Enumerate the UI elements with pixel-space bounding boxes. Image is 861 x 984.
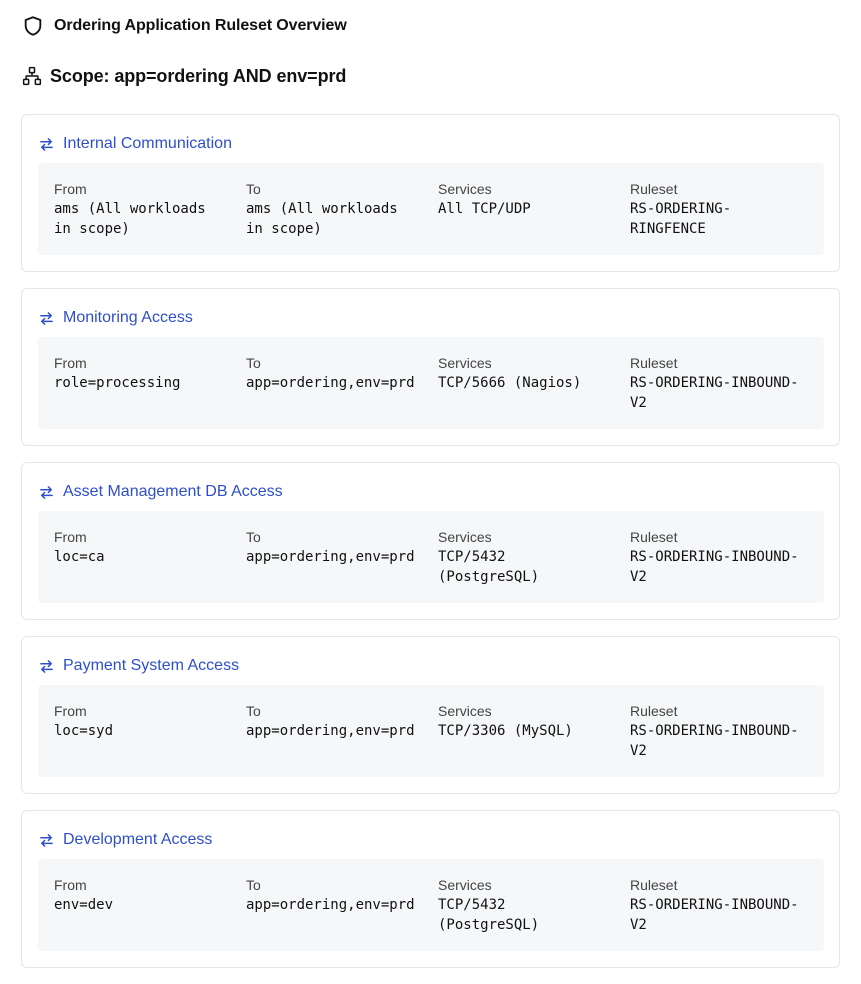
ruleset-label: Ruleset — [630, 877, 678, 893]
to-value: app=ordering,env=prd — [246, 723, 415, 739]
swap-arrows-icon — [39, 137, 54, 152]
to-column: To ams (All workloads in scope) — [246, 181, 426, 239]
swap-arrows-icon — [39, 659, 54, 674]
from-value: loc=syd — [54, 723, 114, 739]
services-value: TCP/5432 (PostgreSQL) — [438, 897, 540, 933]
rule-title[interactable]: Development Access — [39, 829, 212, 851]
to-value: app=ordering,env=prd — [246, 549, 415, 565]
to-value: app=ordering,env=prd — [246, 897, 415, 913]
scope-heading: Scope: app=ordering AND env=prd — [22, 62, 346, 90]
rule-name[interactable]: Asset Management DB Access — [63, 483, 283, 501]
from-column: From loc=ca — [54, 529, 234, 567]
rule-title[interactable]: Asset Management DB Access — [39, 481, 283, 503]
to-value: ams (All workloads in scope) — [246, 201, 398, 237]
from-value: ams (All workloads in scope) — [54, 201, 206, 237]
to-column: To app=ordering,env=prd — [246, 529, 426, 567]
from-column: From loc=syd — [54, 703, 234, 741]
to-value: app=ordering,env=prd — [246, 375, 415, 391]
to-label: To — [246, 355, 261, 371]
services-column: Services TCP/5666 (Nagios) — [438, 355, 618, 393]
to-column: To app=ordering,env=prd — [246, 877, 426, 915]
rule-details: From env=dev To app=ordering,env=prd Ser… — [38, 859, 824, 951]
scope-label: Scope: app=ordering AND env=prd — [50, 65, 347, 86]
services-column: Services TCP/5432 (PostgreSQL) — [438, 529, 618, 587]
from-value: loc=ca — [54, 549, 105, 565]
services-column: Services TCP/3306 (MySQL) — [438, 703, 618, 741]
swap-arrows-icon — [39, 485, 54, 500]
rule-name[interactable]: Development Access — [63, 831, 212, 849]
ruleset-value: RS-ORDERING-INBOUND- V2 — [630, 897, 799, 933]
page-title: Ordering Application Ruleset Overview — [54, 17, 347, 34]
ruleset-label: Ruleset — [630, 703, 678, 719]
from-value: env=dev — [54, 897, 114, 913]
rule-card: Internal Communication From ams (All wor… — [21, 114, 840, 272]
from-label: From — [54, 181, 87, 197]
ruleset-value: RS-ORDERING-INBOUND- V2 — [630, 375, 799, 411]
to-label: To — [246, 181, 261, 197]
from-value: role=processing — [54, 375, 181, 391]
rule-title[interactable]: Internal Communication — [39, 133, 232, 155]
services-column: Services All TCP/UDP — [438, 181, 618, 219]
services-label: Services — [438, 877, 492, 893]
rule-details: From loc=ca To app=ordering,env=prd Serv… — [38, 511, 824, 603]
ruleset-column: Ruleset RS-ORDERING-INBOUND- V2 — [630, 877, 810, 935]
rules-list: Internal Communication From ams (All wor… — [21, 114, 840, 984]
to-label: To — [246, 703, 261, 719]
services-label: Services — [438, 355, 492, 371]
to-column: To app=ordering,env=prd — [246, 355, 426, 393]
from-label: From — [54, 529, 87, 545]
hierarchy-icon — [22, 66, 42, 86]
rule-details: From role=processing To app=ordering,env… — [38, 337, 824, 429]
ruleset-column: Ruleset RS-ORDERING-INBOUND- V2 — [630, 355, 810, 413]
shield-icon — [22, 15, 44, 37]
ruleset-column: Ruleset RS-ORDERING- RINGFENCE — [630, 181, 810, 239]
from-column: From ams (All workloads in scope) — [54, 181, 234, 239]
rule-name[interactable]: Internal Communication — [63, 135, 232, 153]
ruleset-column: Ruleset RS-ORDERING-INBOUND- V2 — [630, 529, 810, 587]
ruleset-value: RS-ORDERING- RINGFENCE — [630, 201, 732, 237]
from-column: From env=dev — [54, 877, 234, 915]
rule-name[interactable]: Payment System Access — [63, 657, 239, 675]
to-column: To app=ordering,env=prd — [246, 703, 426, 741]
rule-title[interactable]: Monitoring Access — [39, 307, 193, 329]
services-value: All TCP/UDP — [438, 201, 531, 217]
ruleset-label: Ruleset — [630, 181, 678, 197]
to-label: To — [246, 529, 261, 545]
services-value: TCP/5432 (PostgreSQL) — [438, 549, 540, 585]
services-label: Services — [438, 529, 492, 545]
from-column: From role=processing — [54, 355, 234, 393]
rule-card: Monitoring Access From role=processing T… — [21, 288, 840, 446]
ruleset-value: RS-ORDERING-INBOUND- V2 — [630, 549, 799, 585]
services-label: Services — [438, 181, 492, 197]
from-label: From — [54, 703, 87, 719]
to-label: To — [246, 877, 261, 893]
services-value: TCP/3306 (MySQL) — [438, 723, 573, 739]
rule-details: From loc=syd To app=ordering,env=prd Ser… — [38, 685, 824, 777]
ruleset-label: Ruleset — [630, 529, 678, 545]
rule-name[interactable]: Monitoring Access — [63, 309, 193, 327]
rule-title[interactable]: Payment System Access — [39, 655, 239, 677]
rule-card: Development Access From env=dev To app=o… — [21, 810, 840, 968]
ruleset-value: RS-ORDERING-INBOUND- V2 — [630, 723, 799, 759]
services-label: Services — [438, 703, 492, 719]
ruleset-column: Ruleset RS-ORDERING-INBOUND- V2 — [630, 703, 810, 761]
services-column: Services TCP/5432 (PostgreSQL) — [438, 877, 618, 935]
page-header: Ordering Application Ruleset Overview — [22, 14, 347, 38]
rule-card: Asset Management DB Access From loc=ca T… — [21, 462, 840, 620]
ruleset-label: Ruleset — [630, 355, 678, 371]
services-value: TCP/5666 (Nagios) — [438, 375, 582, 391]
swap-arrows-icon — [39, 311, 54, 326]
rule-card: Payment System Access From loc=syd To ap… — [21, 636, 840, 794]
swap-arrows-icon — [39, 833, 54, 848]
from-label: From — [54, 877, 87, 893]
from-label: From — [54, 355, 87, 371]
rule-details: From ams (All workloads in scope) To ams… — [38, 163, 824, 255]
